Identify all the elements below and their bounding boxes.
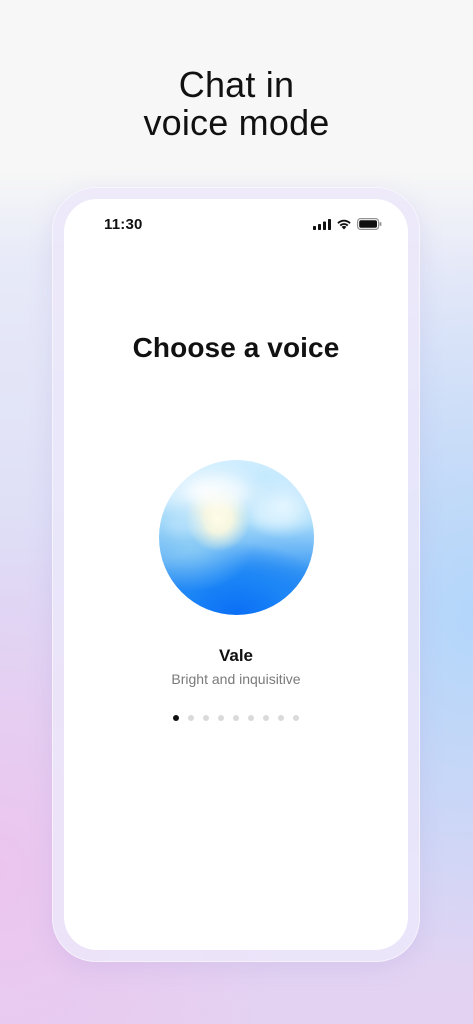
- pager-dot[interactable]: [293, 715, 299, 721]
- screen-title: Choose a voice: [132, 332, 340, 363]
- pager-dot[interactable]: [188, 715, 194, 721]
- voice-description: Bright and inquisitive: [171, 671, 301, 687]
- promo-title-line-2: voice mode: [143, 102, 330, 143]
- pager-dot[interactable]: [233, 715, 239, 721]
- phone-frame: 11:30 Choose a voice Vale Bright and inq…: [52, 187, 420, 962]
- promo-title-line-1: Chat in: [178, 64, 295, 105]
- voice-name: Vale: [218, 646, 254, 665]
- voice-orb[interactable]: [159, 460, 314, 615]
- pager-dot[interactable]: [218, 715, 224, 721]
- battery-icon: [357, 218, 382, 230]
- pager-dot[interactable]: [248, 715, 254, 721]
- wifi-icon: [336, 218, 352, 230]
- status-icons: [313, 218, 382, 230]
- pager-dot[interactable]: [263, 715, 269, 721]
- status-time: 11:30: [104, 216, 143, 233]
- cellular-signal-icon: [313, 218, 331, 230]
- pager-dot[interactable]: [278, 715, 284, 721]
- phone-screen: 11:30 Choose a voice Vale Bright and inq…: [64, 199, 408, 950]
- pager-dot-active[interactable]: [173, 715, 179, 721]
- promo-title: Chat in voice mode: [0, 66, 473, 142]
- voice-pager[interactable]: [64, 715, 408, 721]
- pager-dot[interactable]: [203, 715, 209, 721]
- status-bar: 11:30: [64, 199, 408, 243]
